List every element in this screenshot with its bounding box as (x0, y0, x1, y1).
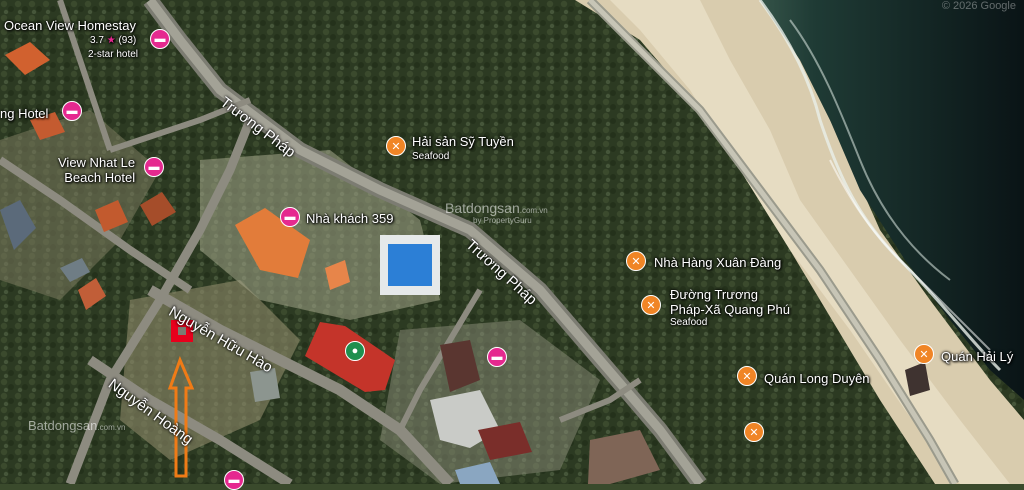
fork-knife-icon[interactable]: ✕ (386, 136, 406, 156)
place-duong-truong-category: Seafood (670, 317, 708, 328)
place-duong-truong-line2: Pháp-Xã Quang Phú (670, 302, 790, 317)
place-quan-long-duyen-name[interactable]: Quán Long Duyên (764, 371, 870, 386)
fork-knife-icon[interactable]: ✕ (914, 344, 934, 364)
bed-icon[interactable]: ▬ (144, 157, 164, 177)
fork-knife-icon[interactable]: ✕ (626, 251, 646, 271)
rating-value: 3.7 (90, 35, 104, 46)
watermark-brand-2: Batdongsan (28, 418, 98, 433)
bed-icon[interactable]: ▬ (280, 207, 300, 227)
place-view-nhat-le-line2: Beach Hotel (64, 170, 136, 185)
swimming-pool (388, 244, 432, 286)
bed-icon[interactable]: ▬ (224, 470, 244, 490)
place-ocean-view-rating: 3.7 ★ (93) (90, 35, 136, 47)
review-count: (93) (118, 35, 137, 46)
place-quan-hai-ly-name[interactable]: Quán Hải Lý (941, 349, 1013, 364)
watermark-logo-2: Batdongsan.com.vn (28, 418, 125, 433)
circle-dot-icon[interactable]: ● (345, 341, 365, 361)
fork-knife-icon[interactable]: ✕ (737, 366, 757, 386)
copyright-text: © 2026 Google (941, 0, 1016, 12)
watermark-domain: .com.vn (519, 206, 548, 215)
fork-knife-icon[interactable]: ✕ (641, 295, 661, 315)
place-nha-hang-name[interactable]: Nhà Hàng Xuân Đàng (654, 255, 781, 270)
place-ocean-view-category: 2-star hotel (88, 49, 139, 60)
watermark-tagline: by PropertyGuru (473, 216, 532, 225)
bed-icon[interactable]: ▬ (62, 101, 82, 121)
watermark-logo: Batdongsan.com.vn by PropertyGuru (445, 200, 548, 225)
place-hai-san-name[interactable]: Hải sản Sỹ Tuyền (412, 134, 514, 149)
watermark-brand: Batdongsan (445, 200, 520, 216)
place-duong-truong-line1: Đường Trương (670, 287, 758, 302)
place-hai-san-category: Seafood (412, 151, 450, 162)
bed-icon[interactable]: ▬ (487, 347, 507, 367)
place-view-nhat-le[interactable]: View Nhat Le Beach Hotel (58, 155, 135, 185)
bed-icon[interactable]: ▬ (150, 29, 170, 49)
star-icon: ★ (106, 35, 116, 46)
place-view-nhat-le-line1: View Nhat Le (58, 155, 136, 170)
place-hotel-left-name[interactable]: ng Hotel (0, 106, 48, 121)
place-nha-khach-name[interactable]: Nhà khách 359 (306, 211, 393, 226)
fork-knife-icon[interactable]: ✕ (744, 422, 764, 442)
place-duong-truong[interactable]: Đường Trương Pháp-Xã Quang Phú Seafood (670, 287, 790, 329)
place-ocean-view-name[interactable]: Ocean View Homestay (4, 18, 136, 33)
watermark-domain-2: .com.vn (97, 423, 126, 432)
